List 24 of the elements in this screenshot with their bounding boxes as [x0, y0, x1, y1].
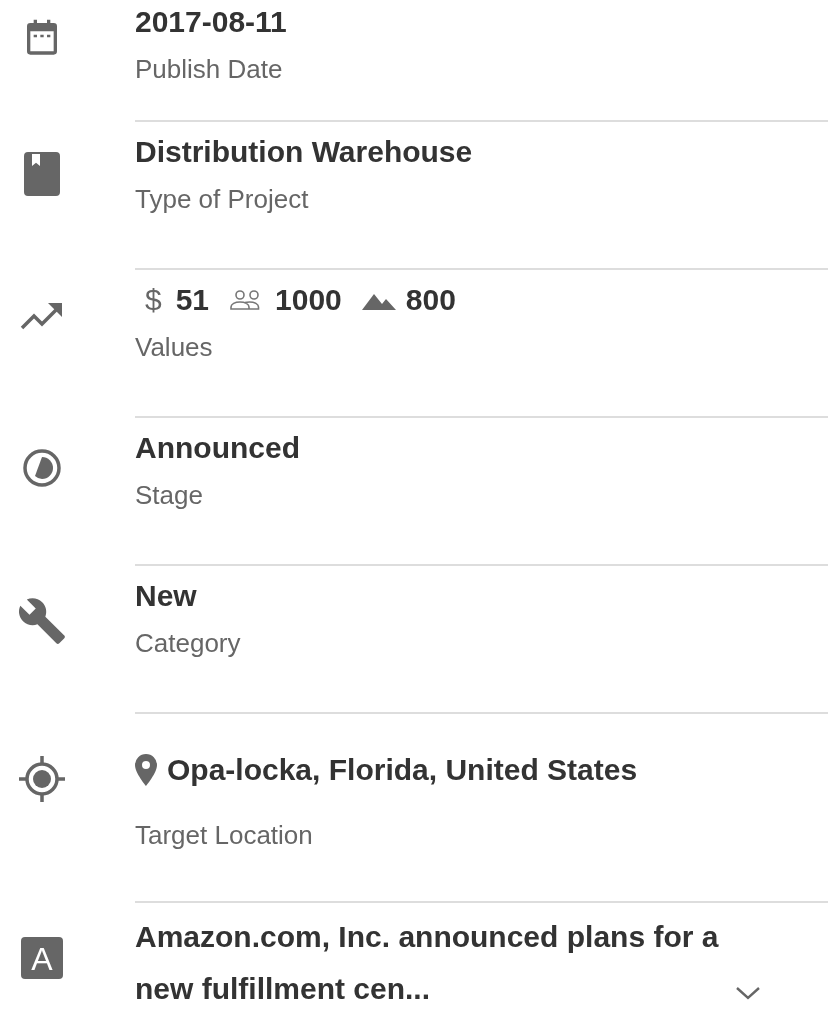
field-label: Publish Date [135, 54, 284, 85]
field-label: Type of Project [135, 184, 310, 215]
field-label: Stage [135, 480, 204, 511]
book-icon [24, 152, 60, 196]
location-text: Opa-locka, Florida, United States [167, 752, 638, 788]
field-value: Distribution Warehouse [135, 134, 474, 170]
value-number: 51 [175, 282, 210, 318]
value-number: 1000 [275, 282, 342, 318]
wrench-icon [17, 596, 67, 646]
field-value: 2017-08-11 [135, 4, 288, 40]
trending-up-icon [20, 300, 64, 330]
field-label: Category [135, 628, 242, 659]
chevron-icon [735, 985, 761, 1001]
field-value: Announced [135, 430, 301, 466]
clock-icon [22, 448, 62, 488]
field-label: Target Location [135, 820, 314, 851]
field-value: New [135, 578, 198, 614]
value-number: 800 [405, 282, 456, 318]
target-icon [17, 754, 67, 804]
letter-badge-icon: A [21, 937, 63, 979]
currency-symbol: $ [145, 283, 162, 317]
description-text: Amazon.com, Inc. announced plans for a new fulfillment cen... [135, 919, 720, 1007]
location-pin-icon [135, 754, 157, 786]
field-label: Values [135, 332, 214, 363]
